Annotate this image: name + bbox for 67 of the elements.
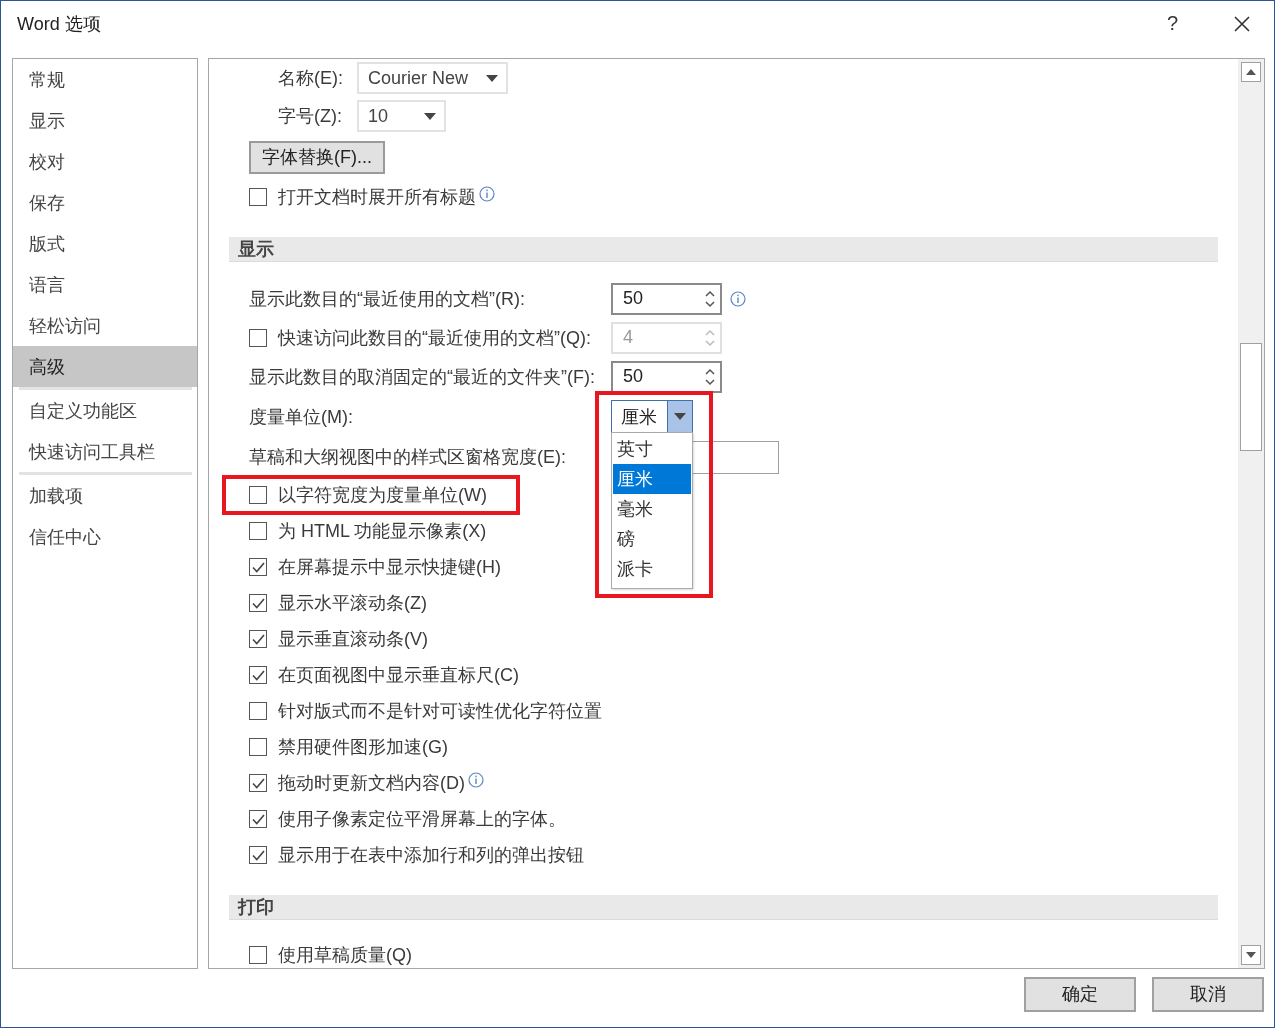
window-title: Word 选项 — [17, 12, 102, 36]
sidebar-item[interactable]: 显示 — [13, 100, 197, 141]
field-label: 度量单位(M): — [249, 405, 353, 429]
checkbox[interactable] — [249, 666, 267, 684]
checkbox[interactable] — [249, 188, 267, 206]
checkbox[interactable] — [249, 846, 267, 864]
checkbox[interactable] — [249, 522, 267, 540]
checkbox[interactable] — [249, 630, 267, 648]
sidebar-item[interactable]: 校对 — [13, 141, 197, 182]
section-heading: 打印 — [229, 895, 1218, 920]
dropdown[interactable]: 10 — [357, 100, 446, 132]
field-label: 快速访问此数目的“最近使用的文档”(Q): — [278, 326, 591, 350]
checkbox-label: 显示水平滚动条(Z) — [278, 592, 427, 615]
sidebar-item[interactable]: 轻松访问 — [13, 305, 197, 346]
sidebar-item[interactable]: 加载项 — [13, 475, 197, 516]
checkbox-label: 在页面视图中显示垂直标尺(C) — [278, 664, 519, 687]
checkbox[interactable] — [249, 702, 267, 720]
checkbox-label: 拖动时更新文档内容(D) — [278, 772, 465, 795]
scrollbar[interactable] — [1238, 59, 1264, 968]
help-button[interactable]: ? — [1166, 12, 1178, 35]
checkbox-label: 显示垂直滚动条(V) — [278, 628, 428, 651]
checkbox[interactable] — [249, 486, 267, 504]
checkbox[interactable] — [249, 774, 267, 792]
checkbox-label: 显示用于在表中添加行和列的弹出按钮 — [278, 844, 584, 867]
sidebar-item[interactable]: 保存 — [13, 182, 197, 223]
dropdown[interactable]: Courier New — [357, 62, 509, 94]
sidebar-item[interactable]: 快速访问工具栏 — [13, 431, 197, 472]
checkbox-label: 打开文档时展开所有标题 — [278, 186, 476, 209]
spin-arrows-icon[interactable] — [705, 366, 715, 387]
sidebar-item[interactable]: 常规 — [13, 59, 197, 100]
sidebar-item[interactable]: 自定义功能区 — [13, 390, 197, 431]
section-heading: 显示 — [229, 237, 1218, 262]
scrollbar-thumb[interactable] — [1240, 343, 1262, 451]
checkbox-label: 禁用硬件图形加速(G) — [278, 736, 448, 759]
field-label: 草稿和大纲视图中的样式区窗格宽度(E): — [249, 446, 566, 469]
checkbox-label: 在屏幕提示中显示快捷键(H) — [278, 556, 501, 579]
caret-icon — [674, 413, 686, 420]
checkbox[interactable] — [249, 594, 267, 612]
checkbox-label: 针对版式而不是针对可读性优化字符位置 — [278, 700, 602, 723]
caret-icon — [486, 74, 499, 82]
sidebar-item[interactable]: 语言 — [13, 264, 197, 305]
sidebar-item[interactable]: 信任中心 — [13, 516, 197, 557]
spin-arrows-icon[interactable] — [705, 288, 715, 309]
checkbox-label: 使用草稿质量(Q) — [278, 944, 412, 967]
field-label: 显示此数目的取消固定的“最近的文件夹”(F): — [249, 365, 595, 389]
caret-icon — [424, 112, 436, 120]
checkbox[interactable] — [249, 810, 267, 828]
checkbox[interactable] — [249, 558, 267, 576]
checkbox-label: 以字符宽度为度量单位(W) — [278, 484, 487, 507]
checkbox-label: 为 HTML 功能显示像素(X) — [278, 520, 487, 543]
scroll-up-arrow-icon[interactable] — [1246, 69, 1256, 75]
sidebar-item[interactable]: 版式 — [13, 223, 197, 264]
cancel-button[interactable]: 取消 — [1152, 976, 1264, 1012]
sidebar-item[interactable]: 高级 — [13, 346, 197, 387]
number-spinner[interactable]: 50 — [611, 282, 722, 315]
ok-button[interactable]: 确定 — [1024, 976, 1136, 1012]
field-label: 显示此数目的“最近使用的文档”(R): — [249, 287, 525, 311]
field-label: 名称(E): — [278, 67, 344, 90]
checkbox[interactable] — [249, 738, 267, 756]
close-icon[interactable] — [1232, 13, 1252, 34]
checkbox[interactable] — [249, 946, 267, 964]
font-substitution-button[interactable]: 字体替换(F)... — [249, 140, 385, 174]
dropdown-option[interactable]: 厘米 — [613, 464, 691, 494]
field-label: 字号(Z): — [278, 105, 343, 128]
checkbox-label: 使用子像素定位平滑屏幕上的字体。 — [278, 808, 566, 831]
number-spinner[interactable]: 50 — [611, 360, 722, 393]
scroll-down-arrow-icon[interactable] — [1246, 952, 1256, 958]
